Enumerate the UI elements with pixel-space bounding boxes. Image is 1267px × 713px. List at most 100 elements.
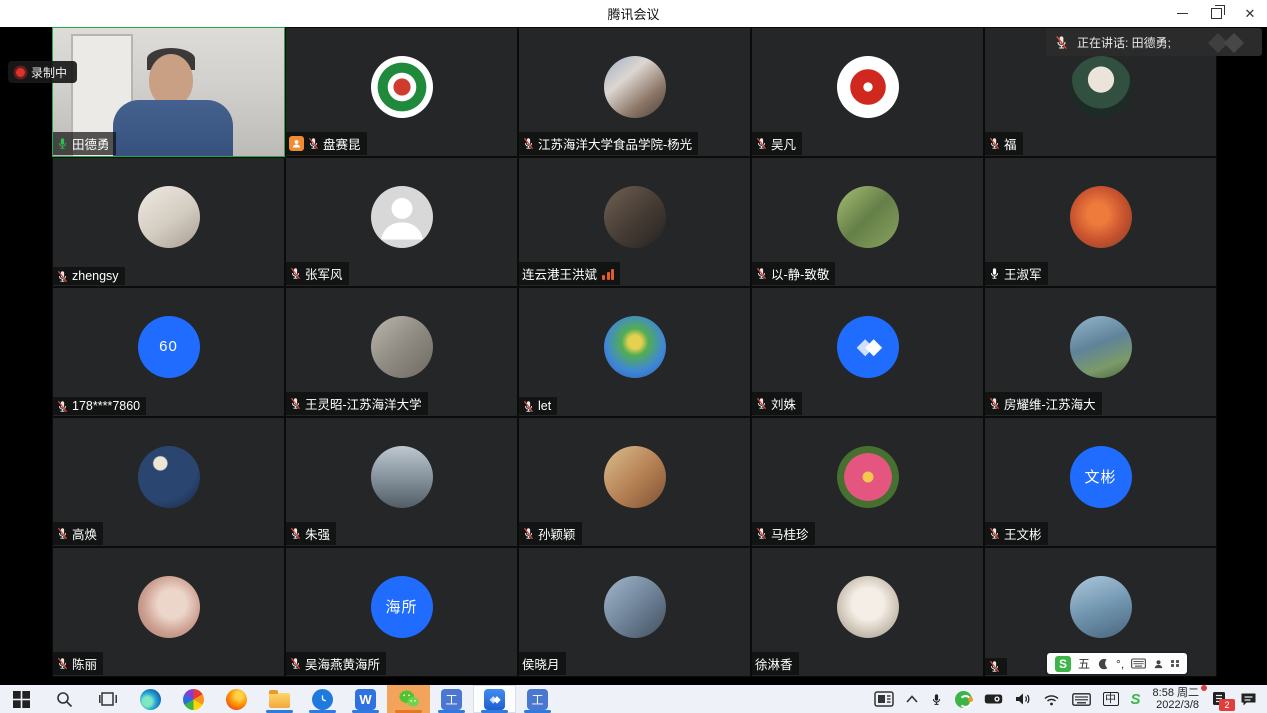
participant-tile[interactable]: 海所吴海燕黄海所 bbox=[285, 547, 518, 677]
participant-name: 孙颖颖 bbox=[538, 524, 576, 543]
tray-network-icon[interactable] bbox=[1043, 693, 1060, 706]
search-icon bbox=[56, 691, 73, 708]
participant-tile[interactable]: 江苏海洋大学食品学院-杨光 bbox=[518, 27, 751, 157]
participant-tile[interactable]: 王灵昭-江苏海洋大学 bbox=[285, 287, 518, 417]
participant-tile[interactable]: 高焕 bbox=[52, 417, 285, 547]
ime-punctuation-mode[interactable]: °, bbox=[1116, 657, 1124, 671]
participant-name-chip: 侯晓月 bbox=[519, 652, 566, 675]
participant-tile[interactable]: 盘赛昆 bbox=[285, 27, 518, 157]
tray-app-with-badge[interactable]: 2 bbox=[1211, 691, 1228, 708]
ime-toolbar[interactable]: S五 °, bbox=[1047, 653, 1187, 674]
news-widget-button[interactable] bbox=[874, 691, 894, 707]
taskbar-app-clock[interactable] bbox=[301, 685, 344, 713]
participant-name: 王淑军 bbox=[1004, 264, 1042, 283]
taskbar-app-wechat[interactable] bbox=[387, 685, 430, 713]
search-button[interactable] bbox=[43, 685, 86, 713]
participant-name-chip: 马桂珍 bbox=[752, 522, 815, 545]
participant-tile[interactable]: 刘姝 bbox=[751, 287, 984, 417]
participant-tile[interactable]: S五 °, bbox=[984, 547, 1217, 677]
participant-name: 侯晓月 bbox=[522, 654, 560, 673]
participant-name-chip: 178****7860 bbox=[53, 397, 146, 415]
ime-soft-keyboard-icon[interactable] bbox=[1131, 658, 1146, 669]
taskbar-app-gong-1[interactable]: 工 bbox=[430, 685, 473, 713]
participant-tile[interactable]: 房耀维-江苏海大 bbox=[984, 287, 1217, 417]
close-button[interactable]: ✕ bbox=[1233, 0, 1267, 27]
taskbar-app-wps[interactable]: W bbox=[344, 685, 387, 713]
participant-name-chip: 高焕 bbox=[53, 522, 103, 545]
action-center-button[interactable] bbox=[1240, 692, 1257, 707]
window-title: 腾讯会议 bbox=[607, 4, 659, 23]
participant-tile[interactable]: 田德勇 bbox=[52, 27, 285, 157]
participant-tile[interactable]: 侯晓月 bbox=[518, 547, 751, 677]
participant-tile[interactable]: 以-静-致敬 bbox=[751, 157, 984, 287]
sogou-logo-icon[interactable]: S bbox=[1055, 656, 1071, 672]
ime-halfwidth-moon-icon[interactable] bbox=[1097, 658, 1109, 670]
mic-muted-icon bbox=[755, 527, 768, 540]
participant-tile[interactable]: 孙颖颖 bbox=[518, 417, 751, 547]
participant-tile[interactable]: 吴凡 bbox=[751, 27, 984, 157]
taskbar-app-edge[interactable] bbox=[129, 685, 172, 713]
mic-muted-icon bbox=[755, 137, 768, 150]
participant-tile[interactable]: 马桂珍 bbox=[751, 417, 984, 547]
participant-tile[interactable]: 张军风 bbox=[285, 157, 518, 287]
input-language-indicator[interactable]: 中 bbox=[1103, 692, 1119, 706]
participant-tile[interactable]: 连云港王洪斌 bbox=[518, 157, 751, 287]
tray-time: 8:58 周二 bbox=[1153, 687, 1199, 699]
mic-muted-icon bbox=[988, 137, 1001, 150]
avatar bbox=[604, 56, 666, 118]
taskbar: W 工 工 bbox=[0, 685, 1267, 713]
participant-name: 房耀维-江苏海大 bbox=[1004, 394, 1096, 413]
tray-clock[interactable]: 8:58 周二 2022/3/8 bbox=[1153, 687, 1199, 711]
mic-muted-icon bbox=[988, 527, 1001, 540]
participant-name-chip: 房耀维-江苏海大 bbox=[985, 392, 1102, 415]
participant-tile[interactable]: 徐淋香 bbox=[751, 547, 984, 677]
participant-name-chip: 刘姝 bbox=[752, 392, 802, 415]
participant-name-chip: 吴凡 bbox=[752, 132, 802, 155]
mic-muted-icon bbox=[289, 527, 302, 540]
taskbar-app-tencent-meeting[interactable] bbox=[473, 685, 516, 713]
participant-tile[interactable]: zhengsy bbox=[52, 157, 285, 287]
desktop: { "window": { "title": "腾讯会议" }, "overla… bbox=[0, 0, 1267, 713]
participant-name: let bbox=[538, 399, 551, 413]
minimize-button[interactable] bbox=[1165, 0, 1199, 27]
participant-tile[interactable]: 王淑军 bbox=[984, 157, 1217, 287]
sogou-tray-icon[interactable]: S bbox=[1131, 691, 1141, 708]
tencent-meeting-icon bbox=[484, 689, 505, 710]
ime-toolbox-icon[interactable] bbox=[1171, 660, 1179, 668]
taskbar-app-gong-2[interactable]: 工 bbox=[516, 685, 559, 713]
participant-name: zhengsy bbox=[72, 269, 119, 283]
tray-antivirus-icon[interactable] bbox=[955, 691, 972, 708]
taskbar-app-firefox[interactable] bbox=[215, 685, 258, 713]
participant-tile[interactable]: let bbox=[518, 287, 751, 417]
participant-name-chip: zhengsy bbox=[53, 267, 125, 285]
tray-volume-icon[interactable] bbox=[1015, 692, 1031, 706]
task-view-button[interactable] bbox=[86, 685, 129, 713]
avatar bbox=[371, 56, 433, 118]
participant-tile[interactable]: 文彬王文彬 bbox=[984, 417, 1217, 547]
tray-microphone-icon[interactable] bbox=[930, 692, 943, 707]
edge-browser-icon bbox=[140, 689, 161, 710]
tray-projector-icon[interactable] bbox=[984, 693, 1003, 705]
ime-skin-person-icon[interactable] bbox=[1153, 658, 1164, 670]
participant-tile[interactable]: 陈丽 bbox=[52, 547, 285, 677]
ime-wubi-mode[interactable]: 五 bbox=[1078, 655, 1090, 672]
restore-button[interactable] bbox=[1199, 0, 1233, 27]
avatar bbox=[1070, 186, 1132, 248]
participant-name: 徐淋香 bbox=[755, 654, 793, 673]
mic-muted-icon bbox=[289, 397, 302, 410]
participant-tile[interactable]: 60178****7860 bbox=[52, 287, 285, 417]
participant-name: 高焕 bbox=[72, 524, 97, 543]
tray-touch-keyboard-icon[interactable] bbox=[1072, 693, 1091, 706]
participant-name-chip: 张军风 bbox=[286, 262, 349, 285]
recording-dot-icon bbox=[16, 68, 25, 77]
tray-overflow-chevron[interactable] bbox=[906, 695, 918, 703]
taskbar-app-browser[interactable] bbox=[172, 685, 215, 713]
avatar: 海所 bbox=[371, 576, 433, 638]
avatar bbox=[604, 446, 666, 508]
participant-tile[interactable]: 朱强 bbox=[285, 417, 518, 547]
taskbar-app-file-explorer[interactable] bbox=[258, 685, 301, 713]
mic-muted-icon bbox=[522, 400, 535, 413]
participant-name-chip: 连云港王洪斌 bbox=[519, 262, 620, 285]
start-button[interactable] bbox=[0, 685, 43, 713]
avatar: 文彬 bbox=[1070, 446, 1132, 508]
